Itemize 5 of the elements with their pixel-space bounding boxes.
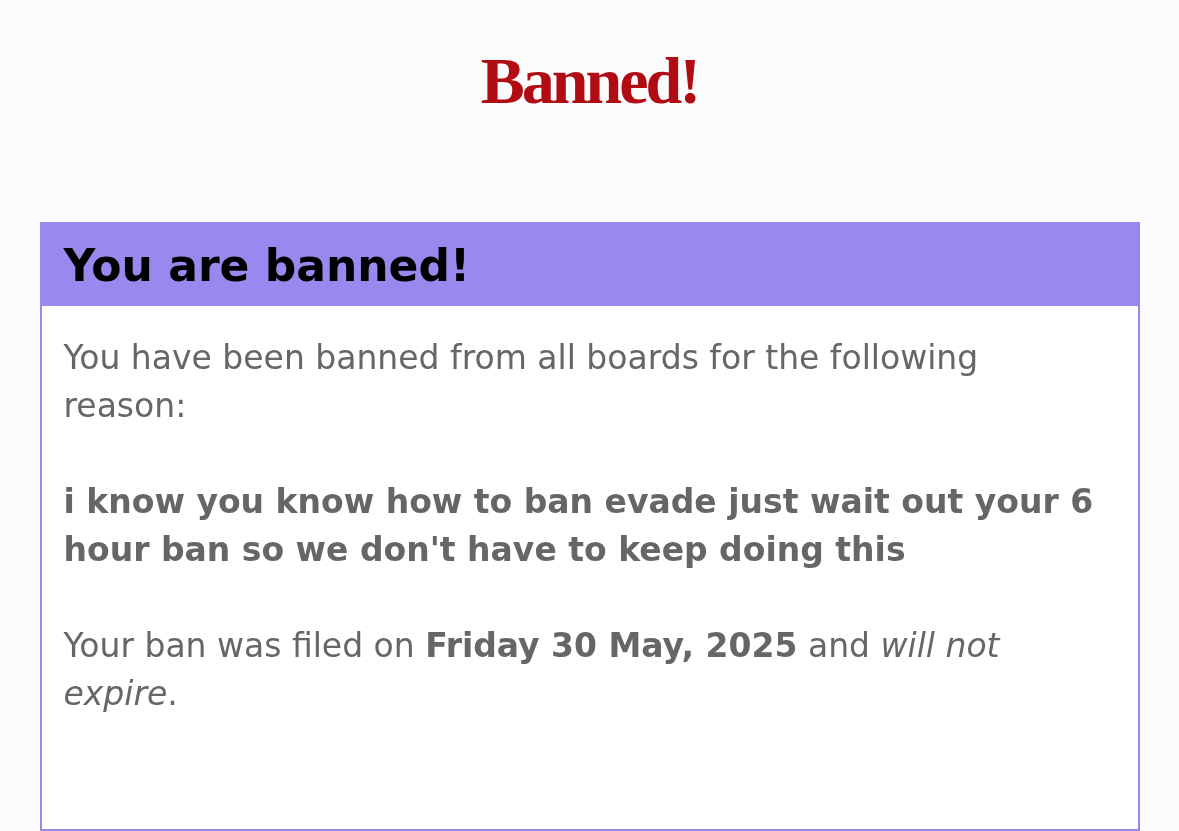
page-title: Banned!: [480, 48, 699, 114]
ban-reason: i know you know how to ban evade just wait out your 6 hour ban so we don't have to keep doing this: [63, 481, 1095, 571]
message-text: Your ban was filed on Friday 30 May, 2025 and will not expire.: [63, 625, 1002, 715]
panel-heading: You are banned!: [41, 224, 1138, 306]
message-text: You have been banned from all boards for the following reason:: [63, 337, 980, 427]
